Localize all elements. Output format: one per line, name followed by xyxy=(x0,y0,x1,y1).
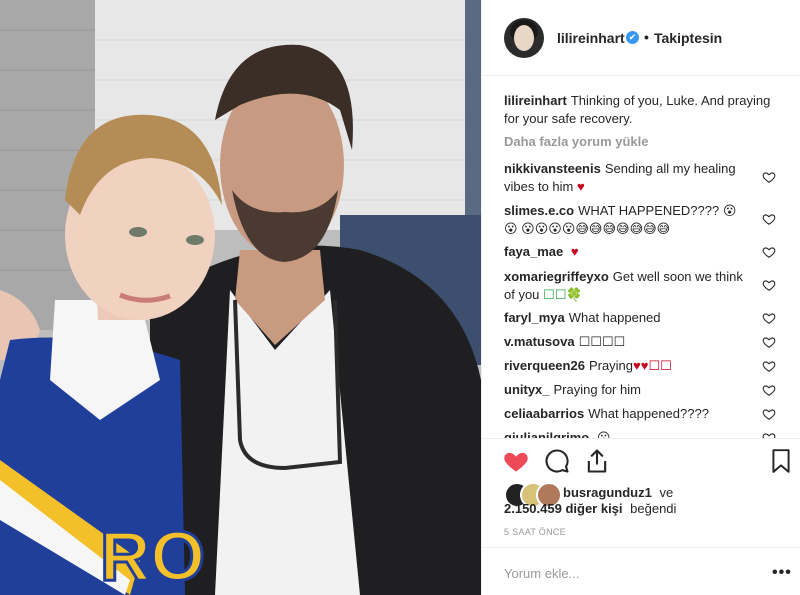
likes-count-link[interactable]: 2.150.459 diğer kişi xyxy=(504,501,623,516)
follow-status-button[interactable]: Takiptesin xyxy=(654,30,722,46)
comment-username[interactable]: nikkivansteenis xyxy=(504,161,601,176)
comments-list[interactable]: lilireinhart Thinking of you, Luke. And p… xyxy=(482,76,800,438)
comment-username[interactable]: xomariegriffeyxo xyxy=(504,269,609,284)
comment-item: nikkivansteenis Sending all my healing vi… xyxy=(504,160,749,196)
header-separator: • xyxy=(644,29,649,45)
comment-emoji: ♥ xyxy=(577,179,585,194)
post-photo[interactable]: RO xyxy=(0,0,481,595)
comment-username[interactable]: faya_mae xyxy=(504,244,563,259)
verified-badge-icon: ✔ xyxy=(626,31,639,44)
comment-like-heart-outline-icon[interactable] xyxy=(762,431,776,438)
comment-like-heart-outline-icon[interactable] xyxy=(762,212,776,226)
actions-divider xyxy=(482,438,800,440)
comment-item: unityx_ Praying for him xyxy=(504,381,749,399)
comment-username[interactable]: riverqueen26 xyxy=(504,358,585,373)
post-caption: lilireinhart Thinking of you, Luke. And p… xyxy=(504,92,784,128)
comment-emoji: ♥♥☐☐ xyxy=(633,358,672,373)
comment-item: riverqueen26 Praying♥♥☐☐ xyxy=(504,357,749,375)
comment-username[interactable]: giulianilgrimo xyxy=(504,430,589,438)
post-image: RO xyxy=(0,0,481,595)
load-more-comments-button[interactable]: Daha fazla yorum yükle xyxy=(504,134,649,149)
add-comment-input[interactable]: Yorum ekle... xyxy=(504,566,579,581)
comment-text: WHAT HAPPENED???? xyxy=(578,203,720,218)
comment-item: faya_mae ♥ xyxy=(504,243,749,261)
comment-username[interactable]: slimes.e.co xyxy=(504,203,574,218)
liker-username[interactable]: busragunduz1 xyxy=(563,485,652,500)
comment-text: What happened xyxy=(568,310,661,325)
comment-item: xomariegriffeyxo Get well soon we think o… xyxy=(504,268,749,304)
post-timestamp[interactable]: 5 SAAT ÖNCE xyxy=(504,527,566,537)
author-username[interactable]: lilireinhart xyxy=(557,30,625,46)
comment-item: faryl_mya What happened xyxy=(504,309,749,327)
add-comment-bar: Yorum ekle... ••• xyxy=(482,547,800,595)
caption-username[interactable]: lilireinhart xyxy=(504,93,567,108)
likes-count-text: 2.150.459 diğer kişi beğendi xyxy=(504,501,676,516)
svg-text:RO: RO xyxy=(100,517,205,595)
like-heart-filled-icon[interactable] xyxy=(502,447,530,475)
comment-bubble-icon[interactable] xyxy=(543,447,571,475)
comment-text: Praying for him xyxy=(553,382,641,397)
instagram-post: RO lilireinhart ✔ • Takiptesin lilireinh… xyxy=(0,0,800,595)
comment-like-heart-outline-icon[interactable] xyxy=(762,245,776,259)
comment-like-heart-outline-icon[interactable] xyxy=(762,311,776,325)
comment-emoji: ♥ xyxy=(570,244,579,259)
comment-item: slimes.e.co WHAT HAPPENED???? 😮😮 😮😮😮😮😅😅😅😅… xyxy=(504,202,749,238)
post-header: lilireinhart ✔ • Takiptesin xyxy=(482,0,800,76)
comment-emoji: 😮 xyxy=(596,430,611,438)
comment-like-heart-outline-icon[interactable] xyxy=(762,170,776,184)
more-options-icon[interactable]: ••• xyxy=(772,564,792,582)
comment-like-heart-outline-icon[interactable] xyxy=(762,335,776,349)
comment-text: ☐☐☐☐ xyxy=(578,334,626,349)
post-details-panel: lilireinhart ✔ • Takiptesin lilireinhart… xyxy=(481,0,800,595)
comment-item: celiaabarrios What happened???? xyxy=(504,405,749,423)
comment-text: What happened???? xyxy=(588,406,709,421)
comment-username[interactable]: unityx_ xyxy=(504,382,550,397)
save-bookmark-icon[interactable] xyxy=(768,447,794,475)
liked-connector: ve xyxy=(659,485,674,500)
likes-suffix: beğendi xyxy=(630,501,677,516)
liked-by-text: busragunduz1 ve xyxy=(563,485,673,500)
comment-item: v.matusova ☐☐☐☐ xyxy=(504,333,749,351)
comment-emoji: ☐☐🍀 xyxy=(543,287,583,302)
comment-like-heart-outline-icon[interactable] xyxy=(762,359,776,373)
comment-text: Praying xyxy=(588,358,634,373)
comment-like-heart-outline-icon[interactable] xyxy=(762,278,776,292)
comment-username[interactable]: v.matusova xyxy=(504,334,575,349)
comment-like-heart-outline-icon[interactable] xyxy=(762,407,776,421)
comment-username[interactable]: celiaabarrios xyxy=(504,406,584,421)
author-avatar[interactable] xyxy=(504,18,544,58)
share-icon[interactable] xyxy=(583,447,611,475)
comment-username[interactable]: faryl_mya xyxy=(504,310,565,325)
comment-item: giulianilgrimo 😮 xyxy=(504,429,749,438)
comment-like-heart-outline-icon[interactable] xyxy=(762,383,776,397)
